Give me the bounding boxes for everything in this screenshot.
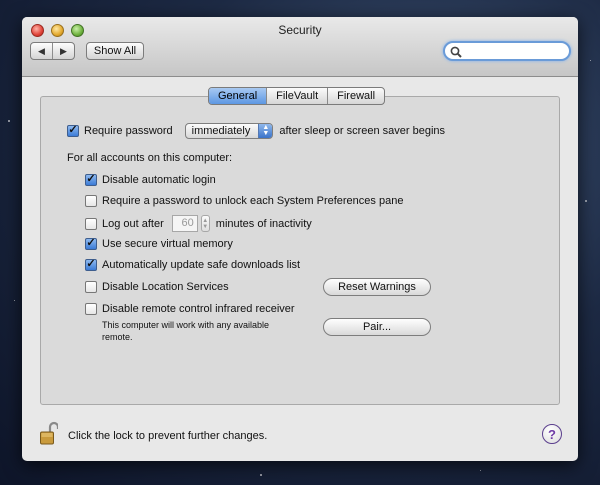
secure-virtual-memory-checkbox[interactable] bbox=[85, 238, 97, 250]
option-label: Use secure virtual memory bbox=[102, 238, 233, 250]
popup-arrows-icon: ▲ ▼ bbox=[258, 124, 273, 138]
disable-location-services-row: Disable Location Services bbox=[85, 281, 229, 293]
disable-location-services-checkbox[interactable] bbox=[85, 281, 97, 293]
back-forward-control: ◀ ▶ bbox=[30, 42, 75, 60]
help-button[interactable]: ? bbox=[542, 424, 562, 444]
log-out-after-row: Log out after 60 ▲ ▼ minutes of inactivit… bbox=[85, 215, 312, 232]
background-star bbox=[8, 120, 10, 122]
preference-tabs: General FileVault Firewall bbox=[208, 87, 386, 105]
ir-note: This computer will work with any availab… bbox=[102, 319, 269, 343]
background-star bbox=[590, 60, 591, 61]
show-all-button[interactable]: Show All bbox=[86, 42, 144, 60]
option-label: Log out after bbox=[102, 217, 164, 230]
logout-minutes-stepper[interactable]: ▲ ▼ bbox=[200, 215, 210, 232]
lock-status-text: Click the lock to prevent further change… bbox=[68, 430, 268, 442]
all-accounts-heading: For all accounts on this computer: bbox=[67, 152, 233, 164]
safe-downloads-row: Automatically update safe downloads list bbox=[85, 259, 300, 271]
background-star bbox=[480, 470, 481, 471]
background-star bbox=[14, 300, 15, 301]
tab-general[interactable]: General bbox=[209, 88, 268, 104]
require-password-label: Require password bbox=[84, 125, 173, 137]
disable-auto-login-checkbox[interactable] bbox=[85, 174, 97, 186]
require-password-row: Require password immediately ▲▼ after sl… bbox=[67, 123, 445, 139]
disable-ir-receiver-row: Disable remote control infrared receiver bbox=[85, 303, 295, 315]
forward-arrow-icon[interactable]: ▶ bbox=[53, 43, 74, 59]
titlebar: Security ◀ ▶ Show All bbox=[22, 17, 578, 77]
magnifier-icon bbox=[450, 46, 462, 58]
window-title: Security bbox=[278, 23, 322, 37]
pair-button[interactable]: Pair... bbox=[323, 318, 431, 336]
back-arrow-icon[interactable]: ◀ bbox=[31, 43, 53, 59]
option-label: Disable remote control infrared receiver bbox=[102, 303, 295, 315]
require-password-unlock-row: Require a password to unlock each System… bbox=[85, 195, 403, 207]
disable-auto-login-row: Disable automatic login bbox=[85, 174, 216, 186]
search-field[interactable] bbox=[443, 41, 571, 61]
require-password-delay-popup[interactable]: immediately ▲ ▼ bbox=[184, 123, 274, 139]
option-suffix: minutes of inactivity bbox=[215, 217, 312, 230]
logout-minutes-field[interactable]: 60 bbox=[171, 215, 198, 232]
ir-note-line: remote. bbox=[102, 332, 133, 342]
background-star bbox=[260, 474, 262, 476]
option-label: Require a password to unlock each System… bbox=[102, 195, 404, 207]
security-preferences-window: Security ◀ ▶ Show All General FileVault … bbox=[22, 17, 578, 461]
tab-firewall[interactable]: Firewall bbox=[328, 88, 384, 104]
secure-virtual-memory-row: Use secure virtual memory bbox=[85, 238, 233, 250]
disable-ir-receiver-checkbox[interactable] bbox=[85, 303, 97, 315]
unlocked-padlock-icon[interactable] bbox=[40, 421, 58, 445]
ir-note-line: This computer will work with any availab… bbox=[102, 320, 270, 330]
require-password-unlock-checkbox[interactable] bbox=[85, 195, 97, 207]
safe-downloads-checkbox[interactable] bbox=[85, 259, 97, 271]
background-star bbox=[585, 200, 587, 202]
log-out-after-checkbox[interactable] bbox=[85, 217, 97, 230]
popup-value: immediately bbox=[191, 125, 251, 137]
option-label: Disable Location Services bbox=[102, 281, 229, 293]
tab-filevault[interactable]: FileVault bbox=[267, 88, 329, 104]
option-label: Disable automatic login bbox=[102, 174, 216, 186]
require-password-checkbox[interactable] bbox=[67, 125, 79, 137]
reset-warnings-button[interactable]: Reset Warnings bbox=[323, 278, 431, 296]
general-tab-panel: Require password immediately ▲▼ after sl… bbox=[40, 96, 560, 405]
require-password-suffix: after sleep or screen saver begins bbox=[279, 125, 446, 137]
option-label: Automatically update safe downloads list bbox=[102, 259, 301, 271]
